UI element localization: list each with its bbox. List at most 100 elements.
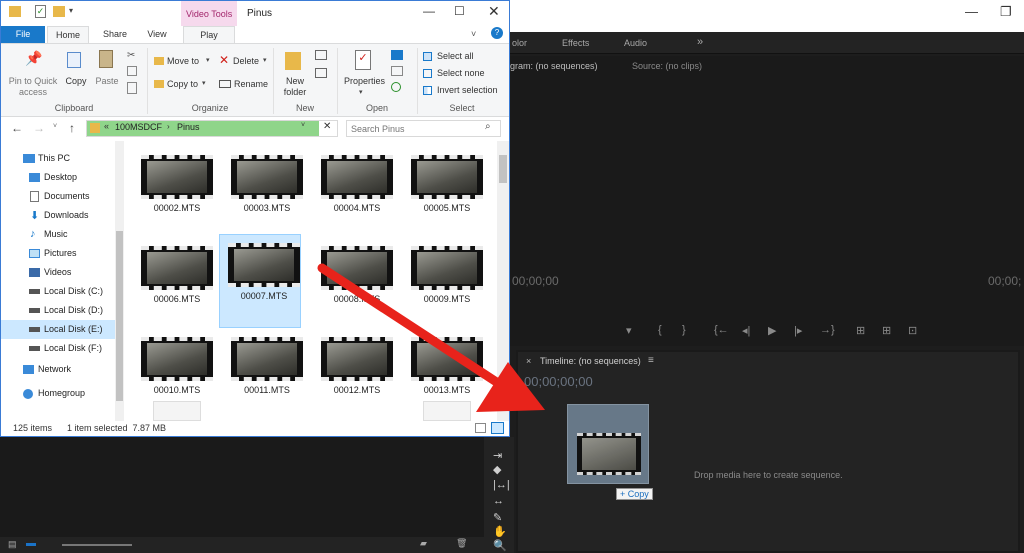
breadcrumb-current[interactable]: Pinus [177, 122, 200, 132]
tabs-overflow-icon[interactable]: » [697, 36, 703, 48]
nav-network[interactable]: Network [1, 360, 115, 379]
copy-path-icon[interactable] [127, 66, 137, 76]
file-item[interactable]: 00003.MTS [223, 147, 303, 237]
file-item[interactable]: 00002.MTS [133, 147, 213, 237]
nav-videos[interactable]: Videos [1, 263, 115, 282]
nav-desktop[interactable]: Desktop [1, 168, 115, 187]
slip-icon[interactable]: |↔| [493, 479, 510, 491]
file-item[interactable]: 00011.MTS [223, 329, 303, 419]
search-box[interactable]: ⌕ [346, 120, 501, 137]
zoom-icon[interactable]: 🔍 [493, 539, 507, 552]
nav-scrollbar[interactable] [115, 141, 124, 421]
content-scrollbar[interactable] [497, 141, 509, 421]
ripple-edit-icon[interactable]: ⇥ [493, 449, 502, 462]
file-item[interactable]: 00012.MTS [313, 329, 393, 419]
move-to-dropdown-icon[interactable]: ▾ [206, 56, 210, 64]
search-input[interactable] [351, 122, 481, 135]
nav-music[interactable]: ♪ Music [1, 225, 115, 244]
nav-homegroup[interactable]: Homegroup [1, 384, 115, 403]
play-icon[interactable]: ▶ [768, 324, 776, 337]
trash-icon[interactable]: 🗑 [456, 538, 467, 549]
select-all-button[interactable]: Select all [437, 51, 474, 62]
hand-icon[interactable]: ✋ [493, 525, 507, 538]
cut-icon[interactable]: ✂ [127, 50, 135, 61]
timeline-title[interactable]: Timeline: (no sequences) [540, 356, 641, 366]
clear-address-icon[interactable]: ✕ [323, 121, 331, 132]
tab-view[interactable]: View [139, 26, 175, 43]
zoom-slider[interactable] [62, 544, 132, 546]
go-to-in-icon[interactable]: {← [714, 324, 729, 336]
nav-this-pc[interactable]: This PC [1, 149, 115, 168]
up-icon[interactable]: ↑ [69, 121, 75, 135]
nav-downloads[interactable]: ⬇ Downloads [1, 206, 115, 225]
nav-disk-e[interactable]: Local Disk (E:) [1, 320, 115, 339]
tab-color[interactable]: olor [512, 38, 527, 48]
open-with-icon[interactable] [391, 50, 403, 60]
minimize-icon[interactable]: — [965, 4, 978, 19]
nav-disk-d[interactable]: Local Disk (D:) [1, 301, 115, 320]
file-item-partial[interactable] [423, 401, 471, 421]
properties-button[interactable]: Properties [344, 76, 385, 87]
breadcrumb-separator-icon[interactable]: › [167, 122, 170, 131]
search-icon[interactable]: ⌕ [485, 121, 491, 132]
go-to-out-icon[interactable]: →} [820, 324, 835, 336]
copy-to-dropdown-icon[interactable]: ▾ [202, 79, 206, 87]
icon-view-icon[interactable]: ▬ [26, 538, 36, 549]
file-item[interactable]: 00006.MTS [133, 238, 213, 328]
program-panel-title[interactable]: gram: (no sequences) [510, 56, 598, 76]
tab-audio[interactable]: Audio [624, 38, 647, 48]
nav-disk-c[interactable]: Local Disk (C:) [1, 282, 115, 301]
qat-dropdown-icon[interactable]: ▾ [69, 6, 73, 15]
panel-menu-icon[interactable]: ≡ [648, 355, 654, 366]
export-frame-icon[interactable]: ⊡ [908, 324, 917, 337]
pen-icon[interactable]: ✎ [493, 511, 502, 524]
thumbnail-view-icon[interactable] [491, 422, 504, 434]
overwrite-icon[interactable]: ⊞ [882, 324, 891, 337]
mark-in-icon[interactable]: { [658, 324, 662, 336]
file-item[interactable]: 00007.MTS [219, 234, 301, 328]
close-button[interactable]: ✕ [488, 3, 500, 20]
forward-icon[interactable]: → [33, 121, 45, 135]
copy-to-button[interactable]: Copy to [167, 79, 198, 90]
copy-button[interactable]: Copy [63, 76, 89, 87]
file-item-partial[interactable] [153, 401, 201, 421]
recent-dropdown-icon[interactable]: ˅ [53, 123, 57, 130]
mark-out-icon[interactable]: } [682, 324, 686, 336]
step-back-icon[interactable]: ◂| [742, 324, 750, 337]
minimize-button[interactable]: — [423, 4, 435, 18]
invert-selection-button[interactable]: Invert selection [437, 85, 498, 96]
tab-play[interactable]: Play [183, 26, 235, 43]
properties-dropdown-icon[interactable]: ▾ [359, 88, 363, 96]
file-item[interactable]: 00004.MTS [313, 147, 393, 237]
select-none-button[interactable]: Select none [437, 68, 485, 79]
delete-dropdown-icon[interactable]: ▾ [263, 56, 267, 64]
restore-icon[interactable]: ❐ [1000, 4, 1012, 20]
maximize-button[interactable]: ☐ [454, 4, 465, 18]
file-item[interactable]: 00009.MTS [403, 238, 483, 328]
new-folder-qat-icon[interactable] [53, 6, 65, 17]
tab-effects[interactable]: Effects [562, 38, 589, 48]
nav-disk-f[interactable]: Local Disk (F:) [1, 339, 115, 358]
insert-icon[interactable]: ⊞ [856, 324, 865, 337]
breadcrumb-root[interactable]: 100MSDCF [115, 122, 162, 132]
paste-shortcut-icon[interactable] [127, 82, 137, 94]
step-forward-icon[interactable]: |▸ [794, 324, 802, 337]
file-item[interactable]: 00005.MTS [403, 147, 483, 237]
razor-icon[interactable]: ◆ [493, 463, 501, 476]
list-view-icon[interactable]: ▤ [8, 539, 17, 550]
easy-access-icon[interactable] [315, 68, 327, 78]
nav-pictures[interactable]: Pictures [1, 244, 115, 263]
tab-file[interactable]: File [1, 26, 45, 43]
address-dropdown-icon[interactable]: ˅ [301, 122, 305, 129]
ribbon-collapse-icon[interactable]: ˅ [471, 29, 476, 39]
history-icon[interactable] [391, 82, 401, 92]
delete-button[interactable]: Delete [233, 56, 259, 67]
source-panel-title[interactable]: Source: (no clips) [632, 56, 702, 76]
new-folder-button[interactable]: New folder [279, 76, 311, 98]
tab-share[interactable]: Share [95, 26, 135, 43]
close-panel-icon[interactable]: × [526, 356, 531, 366]
marker-icon[interactable]: ▾ [626, 324, 632, 337]
back-icon[interactable]: ← [11, 121, 23, 135]
pin-quick-access-button[interactable]: Pin to Quick access [5, 76, 61, 98]
move-to-button[interactable]: Move to [167, 56, 199, 67]
